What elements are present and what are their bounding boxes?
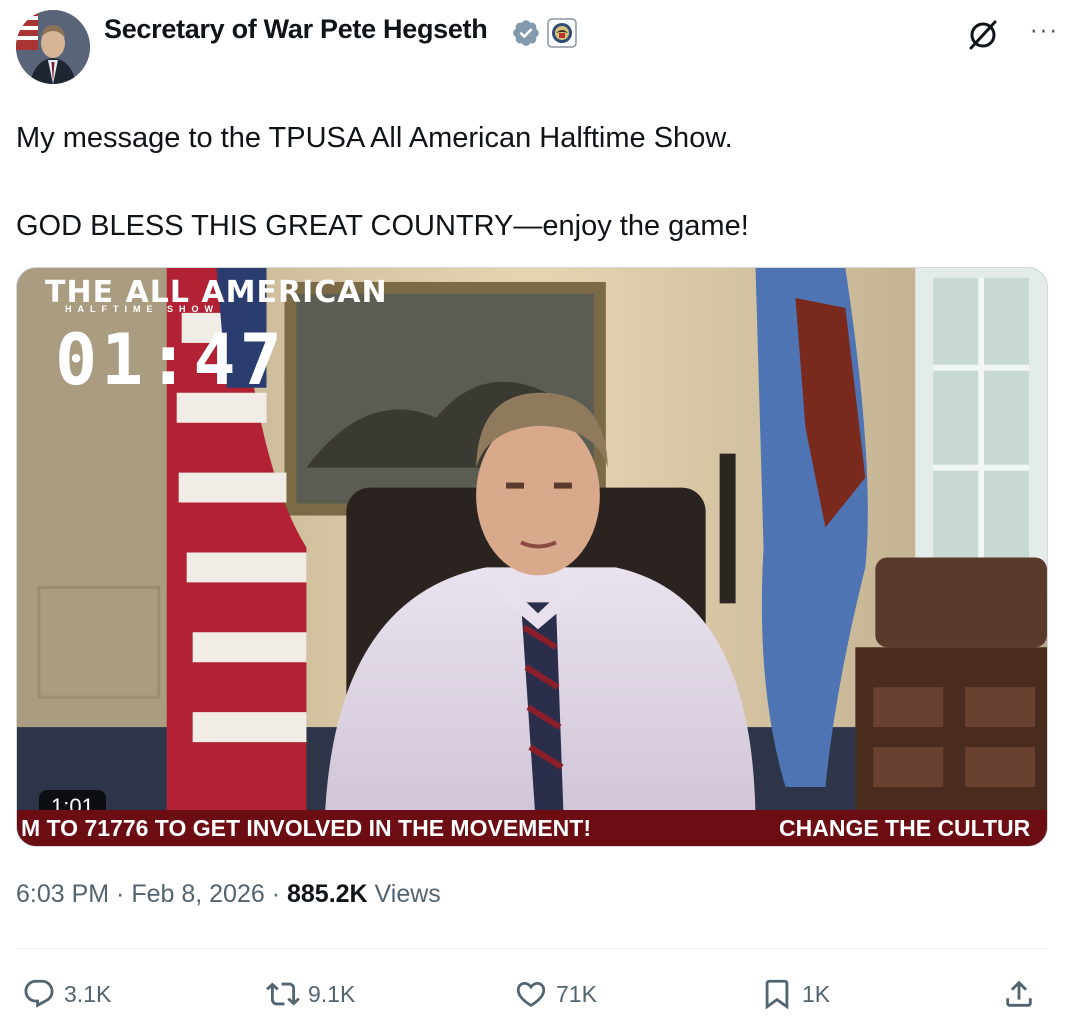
share-icon (1006, 980, 1032, 1007)
countdown-timer: 01:47 (55, 319, 286, 401)
ticker-text: M TO 71776 TO GET INVOLVED IN THE MOVEME… (21, 815, 591, 841)
reply-count: 3.1K (64, 980, 112, 1007)
ticker-text: CHANGE THE CULTUR (779, 815, 1031, 841)
meta-separator: · (109, 880, 132, 908)
video-player[interactable]: THE ALL AMERICAN HALFTIME SHOW 01:47 1:0… (16, 267, 1048, 847)
bookmark-button[interactable]: 1K (760, 972, 830, 1016)
more-icon[interactable]: ··· (1024, 16, 1064, 50)
grok-icon[interactable] (966, 18, 1000, 52)
tweet-date[interactable]: Feb 8, 2026 (131, 880, 264, 908)
tweet-text: My message to the TPUSA All American Hal… (16, 116, 1056, 248)
news-ticker: M TO 71776 TO GET INVOLVED IN THE MOVEME… (17, 810, 1047, 846)
divider (16, 948, 1048, 949)
views-count: 885.2K (286, 880, 368, 908)
show-logo-subtitle: HALFTIME SHOW (65, 304, 219, 314)
tweet-text-line: My message to the TPUSA All American Hal… (16, 122, 733, 154)
like-button[interactable]: 71K (514, 972, 597, 1016)
tweet-meta: 6:03 PM · Feb 8, 2026 · 885.2K Views (16, 880, 441, 909)
bookmark-count: 1K (802, 980, 831, 1007)
tweet-header: Secretary of War Pete Hegseth ··· (16, 10, 1064, 86)
views-label: Views (367, 880, 441, 908)
author-display-name[interactable]: Secretary of War Pete Hegseth (104, 14, 488, 45)
verified-badge-icon[interactable] (511, 18, 541, 48)
repost-button[interactable]: 9.1K (266, 972, 355, 1016)
share-button[interactable] (1002, 972, 1036, 1016)
repost-count: 9.1K (308, 980, 356, 1007)
heart-icon (516, 981, 546, 1007)
reply-button[interactable]: 3.1K (22, 972, 111, 1016)
bookmark-icon (765, 979, 789, 1010)
dept-of-war-seal-icon[interactable] (547, 18, 577, 48)
tweet-text-line: GOD BLESS THIS GREAT COUNTRY—enjoy the g… (16, 210, 749, 242)
meta-separator: · (264, 880, 287, 908)
badges (511, 18, 577, 48)
avatar-image (16, 10, 90, 84)
avatar[interactable] (16, 10, 90, 84)
repost-icon (266, 982, 300, 1006)
reply-icon (24, 979, 54, 1008)
tweet-time[interactable]: 6:03 PM (16, 880, 109, 908)
like-count: 71K (556, 980, 597, 1007)
action-bar: 3.1K 9.1K 71K 1K (16, 972, 1048, 1016)
